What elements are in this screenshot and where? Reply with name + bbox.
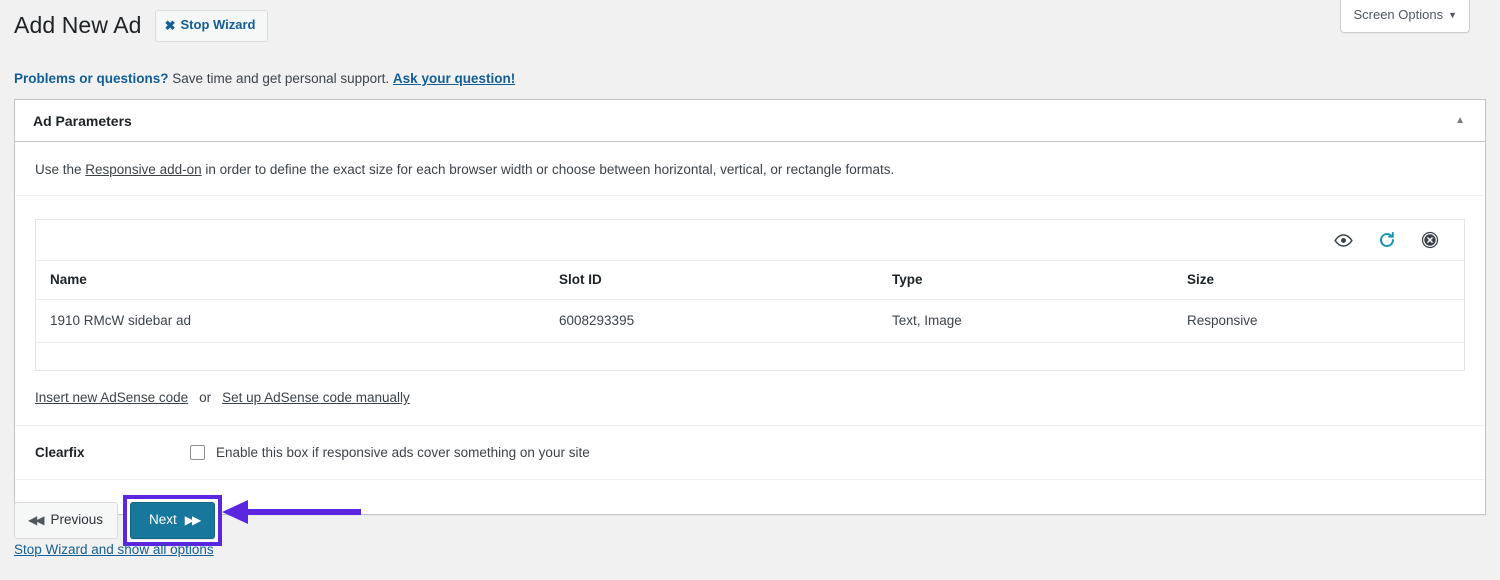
support-notice: Problems or questions? Save time and get…: [14, 71, 515, 86]
stop-wizard-show-all-link[interactable]: Stop Wizard and show all options: [14, 542, 214, 557]
adsense-code-links: Insert new AdSense code or Set up AdSens…: [15, 371, 1485, 426]
next-label: Next: [149, 510, 177, 530]
table-header-row: Name Slot ID Type Size: [36, 261, 1464, 300]
cell-slot-id: 6008293395: [559, 300, 892, 343]
eye-icon[interactable]: [1334, 233, 1353, 248]
screen-options-toggle[interactable]: Screen Options ▼: [1340, 0, 1470, 33]
column-header-slot-id: Slot ID: [559, 261, 892, 300]
page-title: Add New Ad: [14, 11, 142, 41]
panel-header[interactable]: Ad Parameters ▲: [15, 100, 1485, 142]
clearfix-label: Clearfix: [35, 445, 190, 460]
wizard-navigation: ◀◀ Previous Next ▶▶: [14, 495, 222, 546]
next-button[interactable]: Next ▶▶: [130, 502, 215, 539]
panel-title: Ad Parameters: [33, 113, 132, 129]
cell-type: Text, Image: [892, 300, 1187, 343]
column-header-type: Type: [892, 261, 1187, 300]
help-text: Use the Responsive add-on in order to de…: [15, 142, 1485, 196]
column-header-size: Size: [1187, 261, 1464, 300]
admin-screen: Screen Options ▼ Add New Ad ✖ Stop Wizard…: [0, 0, 1500, 580]
help-prefix: Use the: [35, 162, 85, 177]
clearfix-row: Clearfix Enable this box if responsive a…: [15, 426, 1485, 480]
ask-question-link[interactable]: Ask your question!: [393, 71, 515, 86]
adsense-table-box: Name Slot ID Type Size 1910 RMcW sidebar…: [35, 219, 1465, 371]
rewind-icon: ◀◀: [28, 511, 42, 529]
responsive-addon-link[interactable]: Responsive add-on: [85, 162, 201, 177]
table-footer-spacer: [36, 343, 1464, 370]
fast-forward-icon: ▶▶: [185, 511, 199, 529]
ad-parameters-panel: Ad Parameters ▲ Use the Responsive add-o…: [14, 99, 1486, 515]
cell-size: Responsive: [1187, 300, 1464, 343]
or-separator: or: [199, 390, 211, 405]
setup-adsense-manually-link[interactable]: Set up AdSense code manually: [222, 390, 410, 405]
cell-name: 1910 RMcW sidebar ad: [36, 300, 559, 343]
column-header-name: Name: [36, 261, 559, 300]
insert-adsense-code-link[interactable]: Insert new AdSense code: [35, 390, 188, 405]
stop-wizard-button[interactable]: ✖ Stop Wizard: [155, 10, 268, 42]
close-circle-icon[interactable]: [1421, 231, 1439, 249]
chevron-down-icon: ▼: [1448, 10, 1457, 20]
clearfix-checkbox-label: Enable this box if responsive ads cover …: [216, 445, 590, 460]
support-strong: Problems or questions?: [14, 71, 169, 86]
clearfix-checkbox[interactable]: [190, 445, 205, 460]
support-middle: Save time and get personal support.: [169, 71, 393, 86]
help-suffix: in order to define the exact size for ea…: [202, 162, 895, 177]
screen-options-label: Screen Options: [1353, 7, 1443, 22]
stop-wizard-label: Stop Wizard: [181, 15, 256, 36]
adsense-table: Name Slot ID Type Size 1910 RMcW sidebar…: [36, 261, 1464, 343]
previous-label: Previous: [50, 510, 103, 530]
collapse-icon[interactable]: ▲: [1451, 112, 1469, 130]
previous-button[interactable]: ◀◀ Previous: [14, 502, 118, 539]
refresh-icon[interactable]: [1378, 231, 1396, 249]
table-row[interactable]: 1910 RMcW sidebar ad 6008293395 Text, Im…: [36, 300, 1464, 343]
next-button-highlight: Next ▶▶: [123, 495, 222, 546]
page-header: Add New Ad ✖ Stop Wizard: [14, 10, 268, 42]
annotation-arrow-left-icon: [218, 497, 363, 532]
x-mark-icon: ✖: [165, 19, 176, 32]
table-toolbar: [36, 220, 1464, 261]
panel-body: Use the Responsive add-on in order to de…: [15, 142, 1485, 514]
